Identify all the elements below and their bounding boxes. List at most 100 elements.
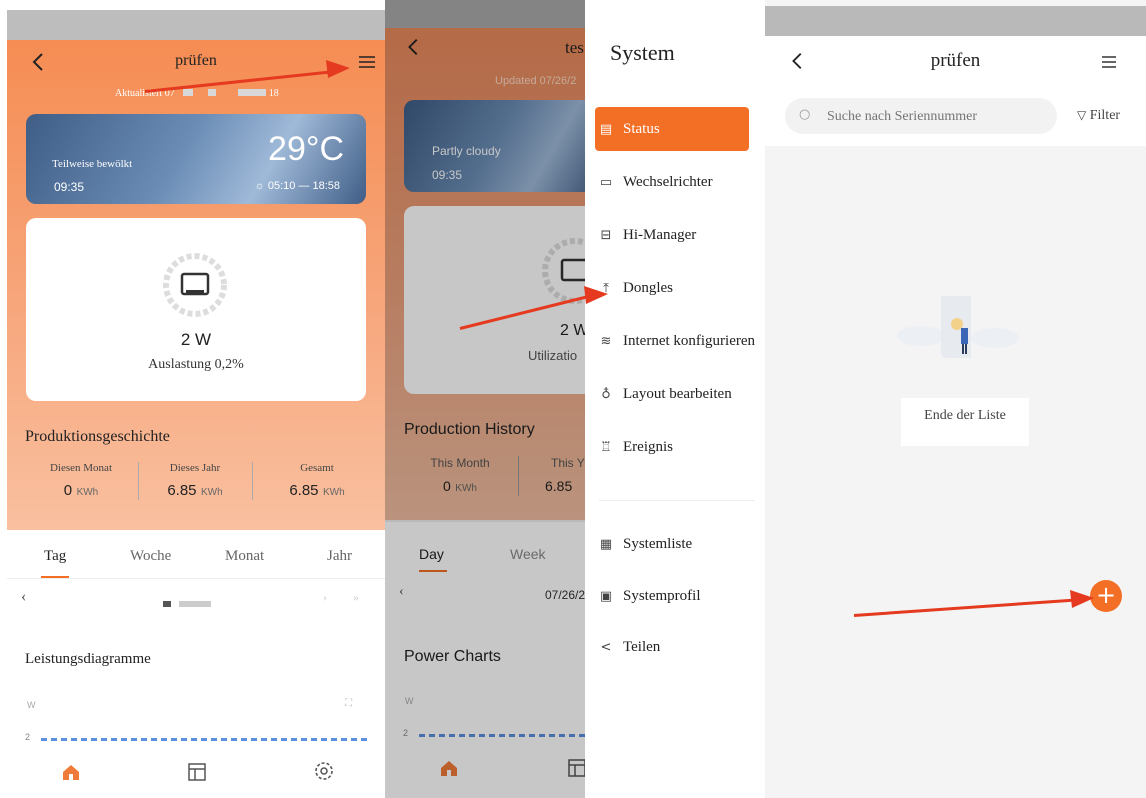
app-screen-english: tes Updated 07/26/2 Partly cloudy 09:35 …	[385, 0, 585, 798]
home-icon	[63, 765, 79, 780]
production-total: Gesamt 6.85 KWh	[253, 462, 381, 500]
hamburger-icon	[359, 56, 375, 68]
menu-item-label: Systemprofil	[623, 587, 701, 604]
menu-item-label: Wechselrichter	[623, 173, 713, 190]
updated-text: Aktualisiert 07 18	[115, 88, 279, 99]
date-next-button[interactable]: ›	[323, 590, 327, 605]
app-screen-german: prüfen Aktualisiert 07 18 Teilweise bewö…	[7, 10, 385, 798]
menu-item-share[interactable]: < Teilen	[595, 625, 749, 669]
menu-item-label: Internet konfigurieren	[623, 332, 756, 349]
production-unit: KWh	[200, 487, 223, 498]
tab-year[interactable]: Jahr	[327, 548, 352, 565]
production-value: 6.85	[167, 482, 197, 499]
event-icon: ♖	[600, 439, 612, 455]
empty-state-illustration	[891, 288, 1021, 368]
temperature: 29°C	[268, 130, 344, 168]
drawer-overlay[interactable]	[385, 0, 585, 798]
menu-item-hi-manager[interactable]: ⊟ Hi-Manager	[595, 213, 749, 257]
menu-item-inverter[interactable]: ▭ Wechselrichter	[595, 160, 749, 204]
arrow-head-icon	[1070, 590, 1094, 608]
chart-tick: 2	[25, 732, 31, 742]
status-bar	[765, 6, 1146, 36]
menu-button[interactable]	[357, 52, 377, 72]
sun-times: ☼ 05:10 — 18:58	[255, 180, 340, 192]
production-label: Diesen Monat	[49, 462, 112, 474]
search-bar[interactable]: ○	[785, 98, 1057, 134]
menu-item-internet[interactable]: ≋ Internet konfigurieren	[595, 319, 765, 363]
utilization-text: Auslastung 0,2%	[148, 357, 244, 372]
hamburger-icon	[1102, 56, 1116, 68]
menu-item-system-profile[interactable]: ▣ Systemprofil	[595, 574, 749, 618]
date-display	[163, 594, 211, 612]
layout-icon	[188, 763, 206, 781]
profile-icon: ▣	[599, 588, 613, 604]
date-prev-button[interactable]: ‹	[21, 588, 26, 606]
production-value: 6.85	[289, 482, 319, 499]
menu-item-label: Layout bearbeiten	[623, 385, 732, 402]
filter-button[interactable]: ▽ Filter	[1077, 108, 1120, 124]
chart-unit: W	[27, 700, 36, 710]
inverter-icon: ▭	[599, 174, 613, 190]
tab-week[interactable]: Woche	[130, 548, 171, 565]
layout-edit-icon: ♁	[601, 386, 611, 402]
date-last-button[interactable]: »	[353, 590, 359, 605]
production-label: Gesamt	[300, 462, 334, 474]
power-card: 2 W Auslastung 0,2%	[26, 218, 366, 401]
gear-icon	[315, 762, 333, 780]
nav-settings[interactable]	[313, 760, 335, 782]
production-unit: KWh	[322, 487, 345, 498]
production-year: Dieses Jahr 6.85 KWh	[139, 462, 251, 500]
menu-item-status[interactable]: ▤ Status	[595, 107, 749, 151]
status-icon: ▤	[599, 121, 613, 137]
production-month: Diesen Monat 0 KWh	[25, 462, 137, 500]
search-icon: ○	[799, 107, 811, 122]
manager-icon: ⊟	[600, 227, 612, 243]
arrow-head-icon	[326, 60, 350, 78]
add-system-button[interactable]: +	[1090, 580, 1122, 612]
arrow-head-icon	[584, 286, 608, 304]
sunrise-icon: ☼	[254, 180, 265, 192]
nav-layout[interactable]	[187, 762, 207, 782]
production-label: Dieses Jahr	[169, 462, 221, 474]
end-of-list-label: Ende der Liste	[924, 408, 1006, 423]
wifi-icon: ≋	[600, 333, 612, 349]
plus-icon: +	[1095, 581, 1117, 609]
power-value: 2 W	[180, 330, 212, 349]
system-list-screen: prüfen ○ ▽ Filter Ende der Liste +	[765, 0, 1146, 798]
menu-item-label: Hi-Manager	[623, 226, 697, 243]
production-unit: KWh	[76, 487, 99, 498]
filter-label: Filter	[1089, 108, 1121, 123]
tab-month[interactable]: Monat	[225, 548, 264, 565]
updated-suffix: 18	[268, 88, 279, 99]
menu-button[interactable]	[1099, 52, 1119, 77]
chart-line	[41, 738, 367, 741]
fullscreen-icon[interactable]: ⛶	[345, 698, 352, 709]
search-input[interactable]	[825, 104, 1049, 130]
status-bar	[7, 10, 385, 40]
menu-item-label: Dongles	[623, 279, 673, 296]
menu-item-label: Status	[623, 120, 660, 137]
chart-title: Leistungsdiagramme	[25, 651, 151, 667]
production-title: Produktionsgeschichte	[25, 428, 170, 445]
period-tabs: Tag Woche Monat Jahr	[7, 548, 385, 578]
drawer-divider	[599, 500, 755, 501]
drawer-title: System	[610, 40, 675, 65]
menu-item-layout[interactable]: ♁ Layout bearbeiten	[595, 372, 749, 416]
weather-time: 09:35	[54, 180, 85, 194]
menu-item-system-list[interactable]: ▦ Systemliste	[595, 522, 749, 566]
end-of-list-text: Ende der Liste	[901, 398, 1029, 446]
system-drawer: System ▤ Status ▭ Wechselrichter ⊟ Hi-Ma…	[585, 0, 765, 798]
weather-card: Teilweise bewölkt 09:35 29°C ☼ 05:10 — 1…	[26, 114, 366, 204]
menu-item-label: Teilen	[623, 638, 661, 655]
page-title: prüfen	[930, 50, 981, 71]
menu-item-label: Ereignis	[623, 438, 673, 455]
divider	[7, 578, 385, 579]
menu-item-label: Systemliste	[623, 535, 693, 552]
share-icon: <	[600, 639, 612, 655]
production-value: 0	[63, 482, 73, 499]
inverter-icon	[162, 252, 228, 318]
tab-day[interactable]: Tag	[44, 548, 66, 565]
menu-item-dongles[interactable]: ⤒ Dongles	[595, 266, 749, 310]
menu-item-event[interactable]: ♖ Ereignis	[595, 425, 749, 469]
nav-home[interactable]	[61, 762, 81, 782]
